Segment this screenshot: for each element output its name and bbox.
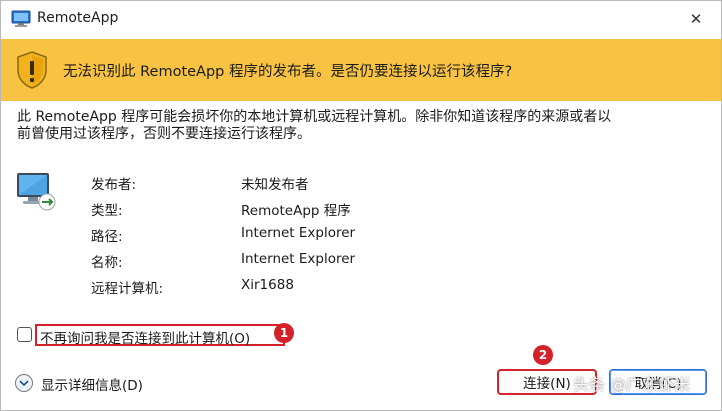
warning-description: 此 RemoteApp 程序可能会损坏你的本地计算机或远程计算机。除非你知道该程… [17, 109, 657, 143]
info-label: 路径: [91, 229, 123, 245]
description-line-2: 前曾使用过该程序，否则不要连接运行该程序。 [17, 126, 311, 142]
connect-button[interactable]: 连接(N) [497, 369, 597, 395]
chevron-down-icon [15, 374, 33, 392]
close-icon: ✕ [689, 10, 703, 28]
warning-message: 无法识别此 RemoteApp 程序的发布者。是否仍要连接以运行该程序? [63, 64, 513, 80]
info-label: 类型: [91, 203, 123, 219]
warning-shield-icon [15, 50, 49, 90]
description-line-1: 此 RemoteApp 程序可能会损坏你的本地计算机或远程计算机。除非你知道该程… [17, 109, 612, 125]
warning-banner: 无法识别此 RemoteApp 程序的发布者。是否仍要连接以运行该程序? [1, 39, 721, 101]
close-button[interactable]: ✕ [681, 5, 711, 33]
info-value: Internet Explorer [241, 225, 356, 241]
show-details-label: 显示详细信息(D) [41, 378, 143, 394]
remoteapp-icon [11, 10, 31, 28]
info-label: 发布者: [91, 177, 137, 193]
annotation-badge-1: 1 [274, 323, 294, 343]
info-label: 名称: [91, 255, 123, 271]
remote-computer-icon [15, 169, 59, 213]
dont-ask-label[interactable]: 不再询问我是否连接到此计算机(O) [35, 324, 285, 347]
info-value: 未知发布者 [241, 177, 309, 193]
info-value: Xir1688 [241, 277, 294, 293]
remoteapp-dialog: RemoteApp ✕ 无法识别此 RemoteApp 程序的发布者。是否仍要连… [0, 0, 722, 411]
title-bar: RemoteApp ✕ [1, 1, 721, 39]
cancel-button[interactable]: 取消(C) [609, 369, 707, 395]
info-value: RemoteApp 程序 [241, 203, 351, 219]
dont-ask-checkbox[interactable] [17, 327, 32, 342]
annotation-badge-2: 2 [533, 345, 553, 365]
info-label: 远程计算机: [91, 281, 164, 297]
info-value: Internet Explorer [241, 251, 356, 267]
window-title: RemoteApp [37, 10, 119, 26]
